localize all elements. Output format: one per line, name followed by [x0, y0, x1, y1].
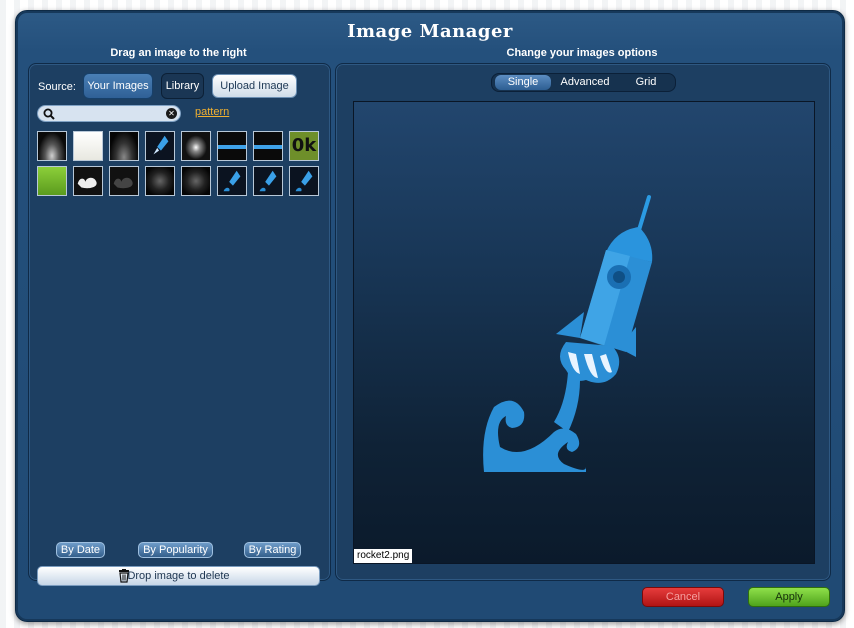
cancel-button[interactable]: Cancel [642, 587, 724, 607]
delete-drop-zone[interactable]: Drop image to delete [37, 566, 320, 586]
pattern-link[interactable]: pattern [195, 106, 229, 118]
upload-image-button[interactable]: Upload Image [212, 74, 297, 98]
source-label: Source: [38, 81, 76, 93]
thumbnail-white[interactable] [73, 131, 103, 161]
thumbnail-rocket-3[interactable] [253, 166, 283, 196]
view-mode-single[interactable]: Single [495, 75, 551, 90]
image-preview-canvas[interactable]: rocket2.png [353, 101, 815, 564]
thumbnail-blue-bar-2[interactable] [253, 131, 283, 161]
thumbnail-gloss-dark[interactable] [37, 131, 67, 161]
view-mode-advanced[interactable]: Advanced [554, 75, 616, 90]
delete-drop-zone-label: Drop image to delete [127, 570, 230, 582]
right-panel-heading: Change your images options [506, 47, 658, 59]
thumbnail-green[interactable] [37, 166, 67, 196]
sort-by-rating-button[interactable]: By Rating [244, 542, 301, 558]
thumbnail-dark-swirl[interactable] [109, 166, 139, 196]
thumbnail-burst-2[interactable] [181, 166, 211, 196]
view-mode-grid[interactable]: Grid [619, 75, 673, 90]
your-images-button[interactable]: Your Images [83, 73, 153, 99]
library-button[interactable]: Library [161, 73, 204, 99]
thumbnail-rocket-4[interactable] [289, 166, 319, 196]
apply-button[interactable]: Apply [748, 587, 830, 607]
dialog-title: Image Manager [347, 21, 513, 42]
sort-by-date-button[interactable]: By Date [56, 542, 105, 558]
thumbnail-burst[interactable] [145, 166, 175, 196]
image-manager-dialog: Image Manager Drag an image to the right… [15, 10, 845, 622]
thumbnail-ok[interactable]: 0k [289, 131, 319, 161]
thumbnail-rocket-2[interactable] [217, 166, 247, 196]
thumbnail-dark-glow[interactable] [109, 131, 139, 161]
left-panel-heading: Drag an image to the right [110, 47, 247, 59]
rocket-illustration [483, 195, 653, 472]
thumbnail-white-swirl[interactable] [73, 166, 103, 196]
thumbnail-spotlight[interactable] [181, 131, 211, 161]
sort-by-popularity-button[interactable]: By Popularity [138, 542, 213, 558]
image-options-panel: Single Advanced Grid rocket2.png [335, 63, 831, 581]
thumbnail-blue-bar[interactable] [217, 131, 247, 161]
search-input[interactable]: ✕ [37, 105, 181, 122]
thumbnail-rocket[interactable] [145, 131, 175, 161]
image-filename-label: rocket2.png [354, 549, 413, 563]
image-library-panel: Source: Your Images Library Upload Image… [28, 63, 331, 586]
trash-icon [119, 569, 129, 583]
search-icon [43, 108, 55, 120]
clear-search-icon[interactable]: ✕ [166, 108, 177, 119]
view-mode-switch: Single Advanced Grid [491, 73, 676, 92]
